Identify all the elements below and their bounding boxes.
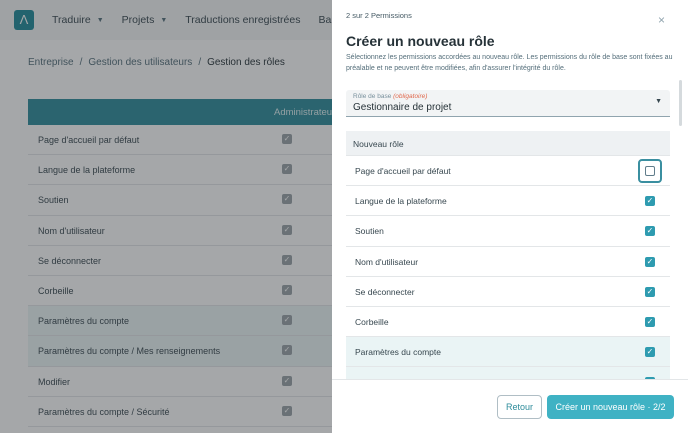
base-role-label-text: Rôle de base: [353, 93, 392, 100]
permission-label: Page d'accueil par défaut: [355, 166, 451, 176]
base-role-select[interactable]: Rôle de base (obligatoire) Gestionnaire …: [346, 90, 670, 117]
permission-checkbox[interactable]: ✓: [645, 347, 655, 358]
base-role-label: Rôle de base (obligatoire): [353, 93, 427, 100]
permission-label: Soutien: [355, 226, 384, 237]
permission-label: Paramètres du compte: [355, 347, 441, 358]
panel-title: Créer un nouveau rôle: [346, 33, 495, 49]
permission-row: Nom d'utilisateur ✓: [346, 247, 670, 277]
permission-row: Corbeille ✓: [346, 307, 670, 338]
close-icon[interactable]: ×: [658, 13, 665, 27]
permission-label: Se déconnecter: [355, 286, 415, 297]
permission-checkbox[interactable]: ✓: [645, 226, 655, 237]
create-role-panel: 2 sur 2 Permissions × Créer un nouveau r…: [332, 0, 688, 433]
permission-checkbox[interactable]: [645, 166, 655, 176]
permission-row: Se déconnecter ✓: [346, 277, 670, 307]
permissions-list-header: Nouveau rôle: [346, 131, 670, 156]
permissions-list: Nouveau rôle Page d'accueil par défaut La…: [346, 131, 670, 379]
permission-label: Langue de la plateforme: [355, 196, 447, 207]
permission-row: Langue de la plateforme ✓: [346, 186, 670, 217]
panel-description: Sélectionnez les permissions accordées a…: [346, 54, 673, 72]
permission-row: ✓: [346, 367, 670, 379]
panel-scrollbar[interactable]: [679, 80, 682, 126]
permission-checkbox[interactable]: ✓: [645, 316, 655, 327]
required-marker: (obligatoire): [393, 93, 428, 100]
permissions-list-body: Page d'accueil par défaut Langue de la pl…: [346, 156, 670, 379]
permission-row: Soutien ✓: [346, 216, 670, 247]
permission-row: Page d'accueil par défaut: [346, 156, 670, 187]
permission-row: Paramètres du compte ✓: [346, 337, 670, 368]
caret-down-icon: ▼: [655, 98, 662, 105]
step-indicator: 2 sur 2 Permissions: [346, 11, 412, 20]
permission-label: Corbeille: [355, 316, 389, 327]
base-role-value: Gestionnaire de projet: [353, 102, 452, 113]
permission-label: Nom d'utilisateur: [355, 256, 419, 267]
create-role-button[interactable]: Créer un nouveau rôle · 2/2: [547, 395, 674, 419]
back-button[interactable]: Retour: [497, 395, 542, 419]
permission-checkbox[interactable]: ✓: [645, 256, 655, 267]
permission-checkbox[interactable]: ✓: [645, 196, 655, 207]
panel-footer: Retour Créer un nouveau rôle · 2/2: [332, 379, 688, 433]
permission-checkbox[interactable]: ✓: [645, 286, 655, 297]
